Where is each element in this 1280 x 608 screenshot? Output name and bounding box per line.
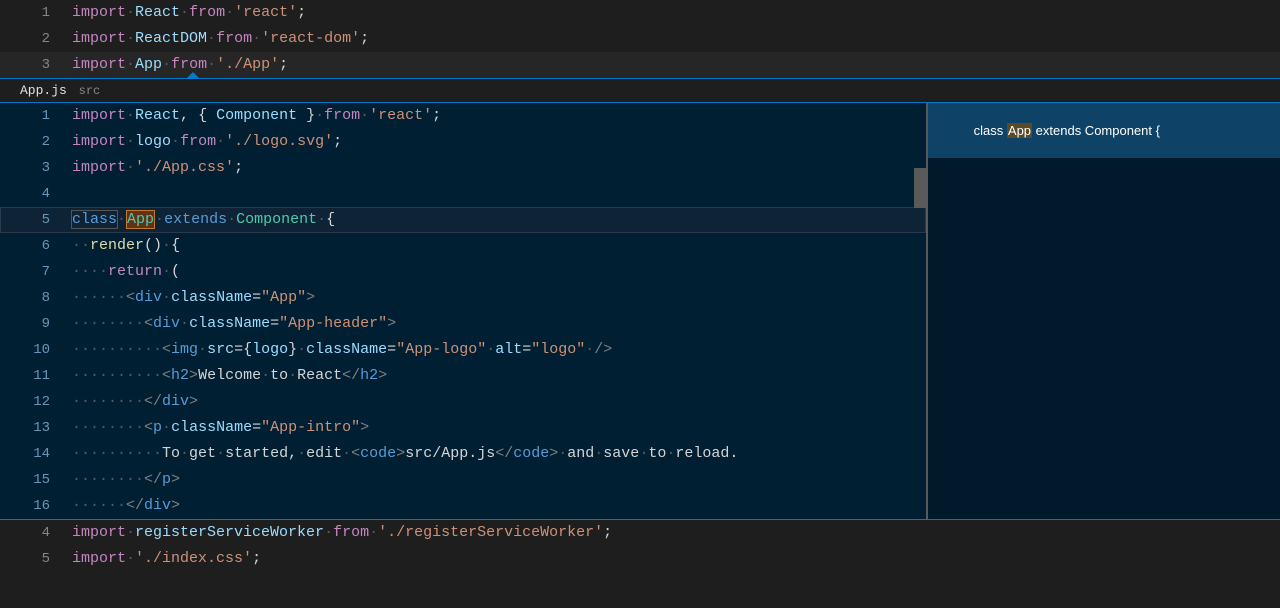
code-content[interactable]: import·App·from·'./App'; [72,52,288,78]
code-line[interactable]: 4 [0,181,926,207]
peek-view: 1import·React, { Component }·from·'react… [0,102,1280,520]
code-line[interactable]: 13········<p·className="App-intro"> [0,415,926,441]
outer-editor[interactable]: 1import·React·from·'react';2import·React… [0,0,1280,78]
code-content[interactable]: ······</div> [72,493,180,519]
code-content[interactable]: ······<div·className="App"> [72,285,315,311]
code-line[interactable]: 1import·React, { Component }·from·'react… [0,103,926,129]
line-number: 13 [0,415,72,441]
line-number: 9 [0,311,72,337]
code-content[interactable]: ········<div·className="App-header"> [72,311,396,337]
code-line[interactable]: 9········<div·className="App-header"> [0,311,926,337]
code-content[interactable]: ········</p> [72,467,180,493]
code-line[interactable]: 15········</p> [0,467,926,493]
code-line[interactable]: 12········</div> [0,389,926,415]
code-content[interactable]: import·registerServiceWorker·from·'./reg… [72,520,612,546]
line-number: 2 [0,26,72,52]
code-line[interactable]: 8······<div·className="App"> [0,285,926,311]
code-content[interactable]: import·logo·from·'./logo.svg'; [72,129,342,155]
peek-scrollbar[interactable] [914,168,926,208]
code-line[interactable]: 5class·App·extends·Component·{ [0,207,926,233]
code-content[interactable]: ········</div> [72,389,198,415]
code-content[interactable]: import·'./index.css'; [72,546,261,572]
code-content[interactable]: ········<p·className="App-intro"> [72,415,369,441]
code-line[interactable]: 6··render()·{ [0,233,926,259]
line-number: 3 [0,52,72,78]
line-number: 11 [0,363,72,389]
code-line[interactable]: 7····return·( [0,259,926,285]
code-content[interactable]: import·'./App.css'; [72,155,243,181]
line-number: 12 [0,389,72,415]
line-number: 8 [0,285,72,311]
code-line[interactable]: 5import·'./index.css'; [0,546,1280,572]
code-content[interactable]: ··········<img·src={logo}·className="App… [72,337,612,363]
line-number: 1 [0,103,72,129]
line-number: 5 [0,546,72,572]
code-line[interactable]: 1import·React·from·'react'; [0,0,1280,26]
code-line[interactable]: 14··········To·get·started,·edit·<code>s… [0,441,926,467]
code-line[interactable]: 2import·logo·from·'./logo.svg'; [0,129,926,155]
line-number: 16 [0,493,72,519]
outer-editor-after[interactable]: 4import·registerServiceWorker·from·'./re… [0,520,1280,572]
code-content[interactable]: ··render()·{ [72,233,180,259]
peek-path: src [79,84,101,98]
line-number: 1 [0,0,72,26]
code-line[interactable]: 16······</div> [0,493,926,519]
peek-code-editor[interactable]: 1import·React, { Component }·from·'react… [0,103,928,519]
peek-references-list[interactable]: class App extends Component { [928,103,1280,519]
code-content[interactable]: import·React, { Component }·from·'react'… [72,103,441,129]
peek-arrow-icon [186,72,200,79]
reference-item[interactable]: class App extends Component { [928,103,1280,158]
code-content[interactable]: import·React·from·'react'; [72,0,306,26]
line-number: 14 [0,441,72,467]
code-line[interactable]: 2import·ReactDOM·from·'react-dom'; [0,26,1280,52]
line-number: 4 [0,181,72,207]
code-content[interactable]: ··········<h2>Welcome·to·React</h2> [72,363,387,389]
code-content[interactable]: ··········To·get·started,·edit·<code>src… [72,441,738,467]
code-line[interactable]: 11··········<h2>Welcome·to·React</h2> [0,363,926,389]
code-content[interactable]: class·App·extends·Component·{ [72,207,335,233]
peek-filename: App.js [20,83,67,98]
line-number: 3 [0,155,72,181]
line-number: 4 [0,520,72,546]
code-line[interactable]: 10··········<img·src={logo}·className="A… [0,337,926,363]
line-number: 5 [0,207,72,233]
line-number: 15 [0,467,72,493]
code-line[interactable]: 3import·'./App.css'; [0,155,926,181]
line-number: 10 [0,337,72,363]
code-line[interactable]: 4import·registerServiceWorker·from·'./re… [0,520,1280,546]
code-content[interactable]: import·ReactDOM·from·'react-dom'; [72,26,369,52]
line-number: 6 [0,233,72,259]
code-content[interactable]: ····return·( [72,259,180,285]
line-number: 2 [0,129,72,155]
line-number: 7 [0,259,72,285]
peek-header[interactable]: App.js src [0,78,1280,102]
